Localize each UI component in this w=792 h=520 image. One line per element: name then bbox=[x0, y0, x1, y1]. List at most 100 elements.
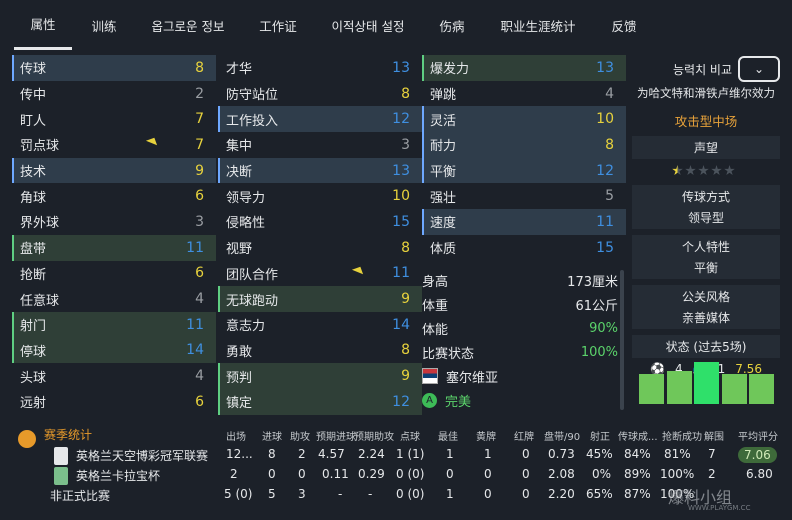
table-cell: 7 bbox=[708, 447, 716, 461]
season-stats: 赛季统计 出场 进球 助攻 预期进球 预期助攻 点球 最佳 黄牌 红牌 盘带/9… bbox=[12, 424, 782, 514]
table-cell: 0 bbox=[484, 467, 492, 481]
table-cell: 0% bbox=[592, 467, 612, 481]
table-row[interactable]: 英格兰卡拉宝杯 2 0 0 0.11 0.29 0 (0) 0 0 0 2.08… bbox=[12, 464, 782, 485]
table-cell: 2 bbox=[230, 467, 238, 481]
header-yellow: 黄牌 bbox=[476, 432, 496, 443]
form-section: 状态 (过去5场) bbox=[632, 335, 780, 358]
attr-row: 速度 11 bbox=[422, 209, 626, 235]
tab-transfer-status[interactable]: 이적상태 설정 bbox=[320, 0, 416, 50]
attr-row: 体质 15 bbox=[430, 239, 614, 258]
star-icon bbox=[724, 165, 735, 176]
form-bar bbox=[666, 371, 692, 404]
table-cell: 0 bbox=[484, 487, 492, 501]
compare-dropdown-button[interactable]: ⌄ bbox=[738, 56, 780, 82]
attr-row: 强壮 5 bbox=[430, 188, 614, 206]
table-cell: 12... bbox=[226, 447, 253, 461]
tab-training[interactable]: 训练 bbox=[78, 0, 130, 50]
attr-row: 射门 11 bbox=[12, 311, 216, 338]
table-cell: - bbox=[368, 487, 373, 501]
attr-row: 耐力 8 bbox=[422, 132, 626, 158]
star-icon bbox=[685, 165, 696, 176]
tab-bar: 属性 训练 옵그로운 정보 工作证 이적상태 설정 伤病 职业生涯统计 反馈 bbox=[0, 0, 792, 50]
table-row[interactable]: 英格兰天空博彩冠军联赛 12... 8 2 4.57 2.24 1 (1) 1 … bbox=[12, 444, 782, 465]
form-bar bbox=[639, 373, 664, 404]
nation-label: 塞尔维亚 bbox=[446, 370, 499, 386]
attr-row: 爆发力 13 bbox=[422, 55, 626, 81]
form-bar bbox=[749, 373, 774, 404]
scrollbar[interactable] bbox=[620, 270, 624, 410]
attr-row: 视野 8 bbox=[226, 239, 410, 258]
table-cell: 1 bbox=[446, 447, 454, 461]
table-cell: 2.08 bbox=[548, 467, 575, 481]
star-icon bbox=[698, 165, 709, 176]
tab-injury[interactable]: 伤病 bbox=[424, 0, 480, 50]
table-cell: 0.11 bbox=[322, 467, 349, 481]
tab-feedback[interactable]: 反馈 bbox=[596, 0, 652, 50]
attr-row: 盯人 7 bbox=[20, 111, 204, 129]
season-stats-title[interactable]: 赛季统计 bbox=[44, 426, 92, 443]
player-role: 攻击型中场 bbox=[674, 114, 738, 129]
table-cell: 0.73 bbox=[548, 447, 575, 461]
trait-value: 平衡 bbox=[693, 261, 718, 275]
table-cell: 89% bbox=[624, 467, 651, 481]
table-cell: 2.24 bbox=[358, 447, 385, 461]
table-cell: 84% bbox=[624, 447, 651, 461]
competition-name: 非正式比赛 bbox=[50, 489, 111, 503]
attr-row: 才华 13 bbox=[226, 59, 410, 78]
header-penalties: 点球 bbox=[400, 432, 420, 443]
table-cell: 65% bbox=[586, 487, 613, 501]
attr-row: 停球 14 bbox=[12, 337, 216, 364]
attr-row: 灵活 10 bbox=[422, 106, 626, 133]
header-pass-completion: 传球成... bbox=[618, 432, 658, 443]
table-cell: 45% bbox=[586, 447, 613, 461]
header-goals: 进球 bbox=[262, 432, 282, 443]
table-cell: 0 bbox=[268, 467, 276, 481]
header-motm: 最佳 bbox=[438, 432, 458, 443]
status-label: 完美 bbox=[445, 394, 472, 410]
table-cell: 0 (0) bbox=[396, 487, 425, 501]
attr-row: 平衡 12 bbox=[422, 157, 626, 184]
competition-name: 英格兰卡拉宝杯 bbox=[76, 469, 161, 483]
nation-row: 塞尔维亚 bbox=[422, 364, 618, 388]
pr-label: 公关风格 bbox=[681, 290, 730, 304]
header-assists: 助攻 bbox=[290, 432, 310, 443]
tab-info[interactable]: 옵그로운 정보 bbox=[140, 0, 236, 50]
technical-attributes: 传球 8 传中 2 盯人 7 罚点球 7 技术 9 角球 6 界外球 3 盘带 11 抢断 6 任… bbox=[12, 55, 216, 415]
attr-row: 传球 8 bbox=[12, 55, 216, 81]
attr-row: 无球跑动 9 bbox=[218, 286, 422, 312]
tab-work-permit[interactable]: 工作证 bbox=[246, 0, 310, 50]
height-row: 身高 173厘米 bbox=[422, 274, 618, 290]
player-info: 身高 173厘米 体重 61公斤 体能 90% 比赛状态 100% 塞尔维亚 A 完美 bbox=[422, 268, 618, 412]
tab-career-stats[interactable]: 职业生涯统计 bbox=[490, 0, 586, 50]
table-row[interactable]: 非正式比赛 5 (0) 5 3 - - 0 (0) 1 0 0 2.20 65%… bbox=[12, 484, 782, 505]
attr-row: 意志力 14 bbox=[226, 316, 410, 335]
star-icon bbox=[711, 165, 722, 176]
header-avg-rating: 平均评分 bbox=[738, 432, 778, 443]
table-cell: 1 (1) bbox=[396, 447, 425, 461]
reputation-stars bbox=[632, 165, 780, 179]
cup-badge-icon bbox=[54, 467, 68, 485]
reputation-label: 声望 bbox=[693, 141, 718, 155]
compare-label: 능력치 비교 bbox=[672, 62, 732, 77]
passing-value: 领导型 bbox=[687, 211, 724, 225]
weight-row: 体重 61公斤 bbox=[422, 298, 618, 314]
header-red: 红牌 bbox=[514, 432, 534, 443]
attr-row: 传中 2 bbox=[20, 85, 204, 104]
table-cell: 3 bbox=[298, 487, 306, 501]
form-bar bbox=[694, 362, 719, 404]
club-text: 为哈文特和滑铁卢维尔效力 bbox=[637, 86, 775, 100]
attr-row: 远射 6 bbox=[20, 393, 204, 412]
header-shots-on-target: 射正 bbox=[590, 432, 610, 443]
table-cell: 87% bbox=[624, 487, 651, 501]
attr-row: 抢断 6 bbox=[20, 265, 204, 283]
trait-section: 个人特性 平衡 bbox=[632, 235, 780, 279]
header-xg: 预期进球 bbox=[316, 432, 356, 443]
star-icon bbox=[672, 165, 683, 176]
table-cell: 1 bbox=[446, 487, 454, 501]
condition-row: 比赛状态 100% bbox=[422, 344, 618, 362]
form-bar bbox=[721, 373, 747, 404]
table-cell: 0 (0) bbox=[396, 467, 425, 481]
attr-row: 任意球 4 bbox=[20, 291, 204, 309]
tab-attributes[interactable]: 属性 bbox=[14, 0, 72, 50]
attr-row: 角球 6 bbox=[20, 188, 204, 206]
